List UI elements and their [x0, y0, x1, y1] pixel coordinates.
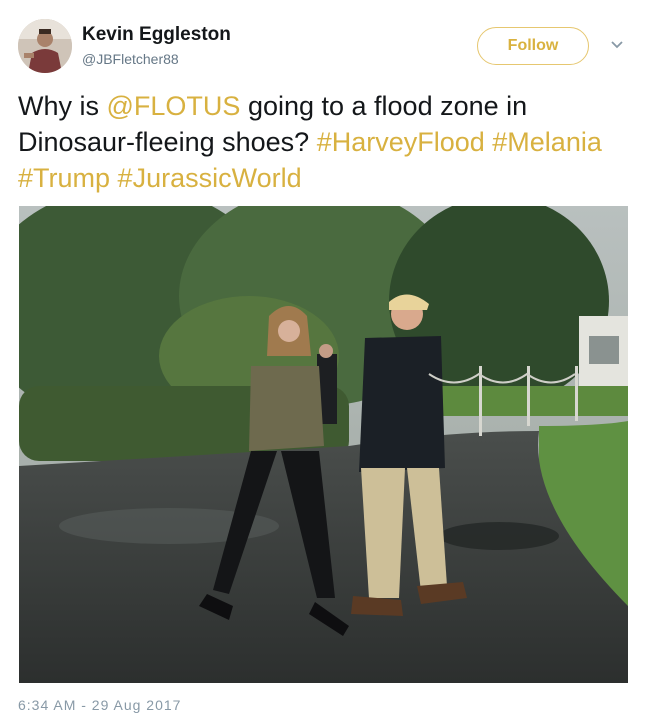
tweet-text: Why is @FLOTUS going to a flood zone in … — [18, 88, 628, 196]
tweet-card: Kevin Eggleston @JBFletcher88 Follow Why… — [0, 0, 650, 713]
tweet-text-segment — [110, 163, 118, 193]
hashtag-link[interactable]: #Melania — [492, 127, 602, 157]
tweet-text-segment: Why is — [18, 91, 107, 121]
hashtag-link[interactable]: #HarveyFlood — [317, 127, 485, 157]
tweet-photo[interactable] — [19, 206, 628, 683]
follow-button[interactable]: Follow — [477, 27, 589, 65]
chevron-down-icon[interactable] — [610, 40, 624, 50]
hashtag-link[interactable]: #JurassicWorld — [118, 163, 302, 193]
hashtag-link[interactable]: #Trump — [18, 163, 110, 193]
author-handle[interactable]: @JBFletcher88 — [82, 51, 179, 67]
author-name[interactable]: Kevin Eggleston — [82, 24, 231, 46]
author-avatar[interactable] — [18, 19, 72, 73]
mention-link[interactable]: @FLOTUS — [107, 91, 241, 121]
tweet-timestamp[interactable]: 6:34 AM - 29 Aug 2017 — [18, 697, 181, 713]
